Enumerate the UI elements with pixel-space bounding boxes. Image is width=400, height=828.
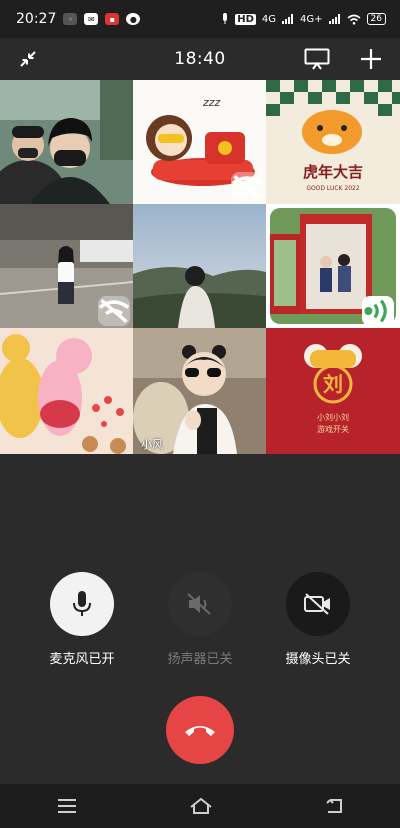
- mic-button[interactable]: [50, 572, 114, 636]
- screen-share-icon[interactable]: [304, 48, 330, 70]
- mic-control[interactable]: 麦克风已开: [27, 572, 137, 667]
- participant-tile-p9[interactable]: 刘 小刘小刘 游戏开关: [266, 328, 400, 454]
- notification-icon: ◦: [63, 13, 78, 25]
- hd-badge: HD: [235, 13, 256, 25]
- network-4g: 4G: [261, 13, 277, 25]
- camera-button[interactable]: [286, 572, 350, 636]
- minimize-icon[interactable]: [18, 49, 38, 69]
- system-nav-bar: [0, 784, 400, 828]
- camera-off-icon: [304, 593, 330, 615]
- speaking-badge: [362, 296, 394, 326]
- mic-label: 麦克风已开: [49, 652, 115, 667]
- camera-control[interactable]: 摄像头已关: [263, 572, 373, 667]
- hang-up-button[interactable]: [166, 696, 234, 764]
- speaker-button[interactable]: [168, 572, 232, 636]
- network-weak-icon: [231, 174, 263, 200]
- speaker-control[interactable]: 扬声器已关: [145, 572, 255, 667]
- participant-tile-p2[interactable]: zzz: [133, 80, 266, 204]
- avatar-line-2: 游戏开关: [317, 424, 349, 434]
- tiger-subtitle: GOOD LUCK 2022: [306, 185, 360, 192]
- signal-weak-badge: [98, 296, 130, 326]
- avatar-character: 刘: [323, 372, 343, 396]
- menu-icon[interactable]: [56, 798, 78, 814]
- participant-tile-p6[interactable]: [266, 204, 400, 328]
- hang-up-icon: [185, 726, 215, 736]
- video-grid: zzz 虎年大吉 GOOD LUCK 2022 小风 刘 小刘小刘 游戏开关: [0, 80, 400, 454]
- participant-name: 小风: [141, 438, 163, 451]
- back-icon[interactable]: [324, 797, 344, 815]
- tiger-title: 虎年大吉: [303, 163, 363, 181]
- signal-icon: [328, 14, 340, 24]
- camera-label: 摄像头已关: [285, 652, 351, 667]
- participant-avatar: [0, 328, 133, 454]
- participant-tile-p8[interactable]: 小风: [133, 328, 266, 454]
- app-icon: ●: [126, 13, 141, 25]
- microphone-icon: [73, 591, 91, 616]
- speaker-muted-icon: [187, 593, 211, 615]
- add-participant-icon[interactable]: [360, 48, 382, 70]
- signal-weak-badge: [231, 172, 263, 202]
- participant-tile-p7[interactable]: [0, 328, 133, 454]
- signal-icon: [282, 14, 294, 24]
- participant-tile-p5[interactable]: [133, 204, 266, 328]
- participant-avatar: 刘 小刘小刘 游戏开关: [266, 328, 400, 454]
- wifi-icon: [347, 14, 361, 25]
- participant-video: [133, 204, 266, 328]
- speaker-label: 扬声器已关: [167, 652, 233, 667]
- participant-tile-p4[interactable]: [0, 204, 133, 328]
- zzz-text: zzz: [202, 96, 221, 109]
- network-weak-icon: [98, 298, 130, 324]
- status-bar: 20:27 ◦ ✉ ▪ ● HD 4G 4G+ 26: [0, 0, 400, 38]
- mail-icon: ✉: [84, 13, 99, 25]
- mic-status-icon: [223, 13, 228, 24]
- avatar-line-1: 小刘小刘: [317, 412, 349, 422]
- speaking-icon: [364, 299, 387, 323]
- battery-icon: 26: [366, 13, 386, 25]
- participant-tile-p3[interactable]: 虎年大吉 GOOD LUCK 2022: [266, 80, 400, 204]
- call-top-bar: 18:40: [0, 38, 400, 80]
- participant-video: [0, 80, 133, 204]
- participant-tile-p1[interactable]: [0, 80, 133, 204]
- participant-avatar: 虎年大吉 GOOD LUCK 2022: [266, 80, 400, 204]
- app-icon: ▪: [105, 13, 120, 25]
- home-icon[interactable]: [189, 797, 213, 815]
- network-4g-plus: 4G+: [300, 13, 323, 25]
- status-time: 20:27: [16, 11, 57, 27]
